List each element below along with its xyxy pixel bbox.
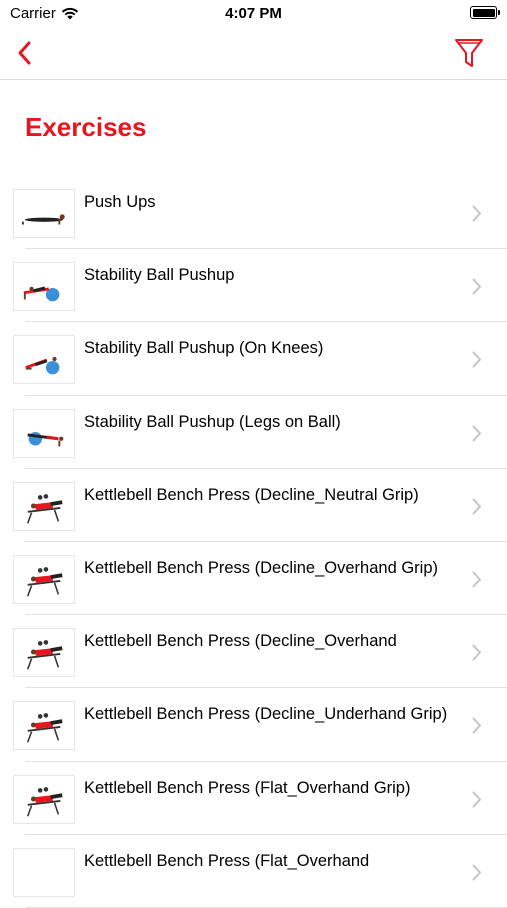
exercise-label: Kettlebell Bench Press (Decline_Neutral … [84,485,419,504]
status-time: 4:07 PM [225,5,282,22]
exercise-thumbnail [13,554,75,604]
thumbnail-placeholder [13,847,75,897]
battery-icon [470,6,500,19]
exercise-thumbnail [13,774,75,824]
chevron-right-icon [472,571,481,588]
exercise-label: Kettlebell Bench Press (Flat_Overhand Gr… [84,778,411,797]
page-title: Exercises [25,112,147,142]
exercise-list: Push Ups Stability Ball Pushup Stability B… [0,176,507,908]
exercise-label: Stability Ball Pushup (On Knees) [84,339,324,358]
exercise-label: Stability Ball Pushup [84,266,235,285]
chevron-right-icon [472,864,481,881]
list-item[interactable]: Stability Ball Pushup (Legs on Ball) [0,396,507,469]
list-item[interactable]: Kettlebell Bench Press (Flat_Overhand [0,835,507,908]
filter-icon[interactable] [453,36,485,70]
list-item[interactable]: Kettlebell Bench Press (Decline_Overhand [0,615,507,689]
chevron-left-icon[interactable] [12,38,40,68]
list-item[interactable]: Kettlebell Bench Press (Decline_Neutral … [0,469,507,542]
exercise-label: Kettlebell Bench Press (Decline_Underhan… [84,705,448,724]
list-item[interactable]: Kettlebell Bench Press (Flat_Overhand Gr… [0,762,507,835]
exercise-thumbnail [13,189,75,238]
chevron-right-icon [472,717,481,734]
list-item[interactable]: Push Ups [0,176,507,250]
exercise-thumbnail [13,628,75,678]
chevron-right-icon [472,351,481,368]
list-item[interactable]: Stability Ball Pushup (On Knees) [0,322,507,396]
exercise-label: Stability Ball Pushup (Legs on Ball) [84,412,341,431]
chevron-right-icon [472,425,481,442]
list-item[interactable]: Stability Ball Pushup [0,249,507,323]
exercise-thumbnail [13,335,75,385]
chevron-right-icon [472,791,481,807]
list-item[interactable]: Kettlebell Bench Press (Decline_Overhand… [0,542,507,616]
exercise-label: Push Ups [84,193,156,211]
chevron-right-icon [472,498,481,515]
exercise-thumbnail [13,481,75,531]
exercise-thumbnail [13,262,75,312]
exercise-label: Kettlebell Bench Press (Decline_Overhand… [84,558,439,577]
chevron-right-icon [472,278,481,295]
exercise-thumbnail [13,408,75,458]
exercise-thumbnail [13,701,75,751]
list-item[interactable]: Kettlebell Bench Press (Decline_Underhan… [0,688,507,762]
chevron-right-icon [472,205,481,222]
chevron-right-icon [472,644,481,661]
status-bar: Carrier 4:07 PM [0,0,507,28]
exercise-label: Kettlebell Bench Press (Flat_Overhand [84,851,370,870]
exercise-label: Kettlebell Bench Press (Decline_Overhand [84,632,397,651]
nav-bar [0,28,507,80]
